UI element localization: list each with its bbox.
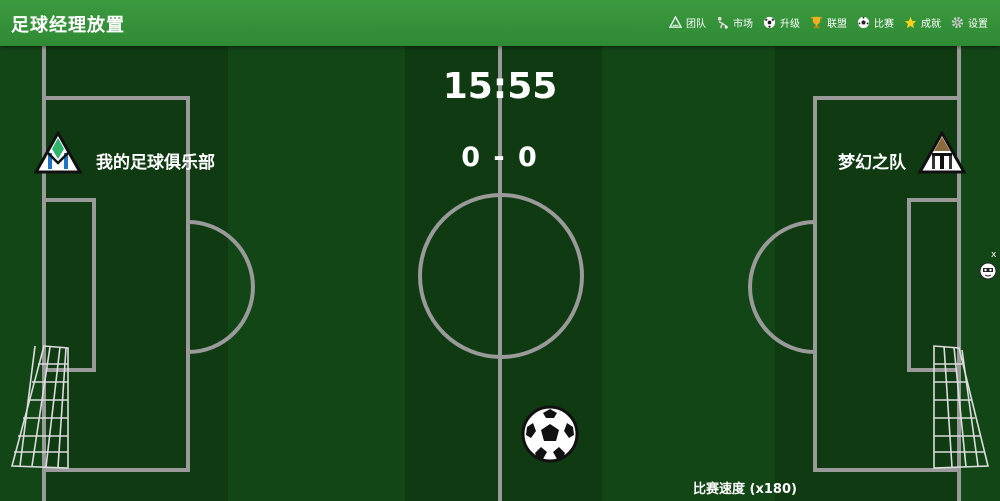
mascot-avatar-icon[interactable]	[979, 262, 997, 280]
nav-match[interactable]: 比赛	[857, 15, 894, 30]
nav-achievements[interactable]: 成就	[904, 15, 941, 30]
nav-market-label: 市场	[733, 19, 753, 30]
nav-market[interactable]: 市场	[716, 15, 753, 30]
market-icon	[717, 16, 728, 29]
home-team-badge-icon	[34, 131, 82, 174]
nav-league-label: 联盟	[827, 19, 847, 30]
nav-team[interactable]: 团队	[669, 15, 706, 30]
league-trophy-icon	[810, 16, 823, 29]
match-speed-indicator[interactable]: 比赛速度 (x180)	[693, 478, 797, 497]
nav-match-label: 比赛	[874, 19, 894, 30]
team-icon	[669, 16, 682, 28]
match-clock: 15:55	[442, 66, 558, 107]
nav-settings[interactable]: 设置	[951, 15, 988, 30]
gear-icon	[951, 16, 964, 29]
close-button[interactable]: x	[991, 250, 996, 260]
nav-achievements-label: 成就	[921, 19, 941, 30]
away-team-badge-icon	[918, 131, 966, 174]
away-team-name: 梦幻之队	[838, 153, 906, 173]
football-pitch	[0, 46, 1000, 501]
nav-settings-label: 设置	[968, 19, 988, 30]
nav-upgrade-label: 升级	[780, 19, 800, 30]
nav-league[interactable]: 联盟	[810, 15, 847, 30]
nav-team-label: 团队	[686, 19, 706, 30]
top-bar: 足球经理放置 团队 市场 升级 联盟 比赛 成就 设置	[0, 0, 1000, 46]
upgrade-icon	[763, 16, 776, 29]
home-team-name: 我的足球俱乐部	[96, 153, 215, 173]
match-ball-icon	[857, 16, 870, 29]
main-nav: 团队 市场 升级 联盟 比赛 成就 设置	[669, 15, 988, 30]
app-title: 足球经理放置	[11, 15, 125, 36]
achievement-star-icon	[904, 16, 917, 29]
soccer-ball-icon	[521, 405, 579, 463]
nav-upgrade[interactable]: 升级	[763, 15, 800, 30]
